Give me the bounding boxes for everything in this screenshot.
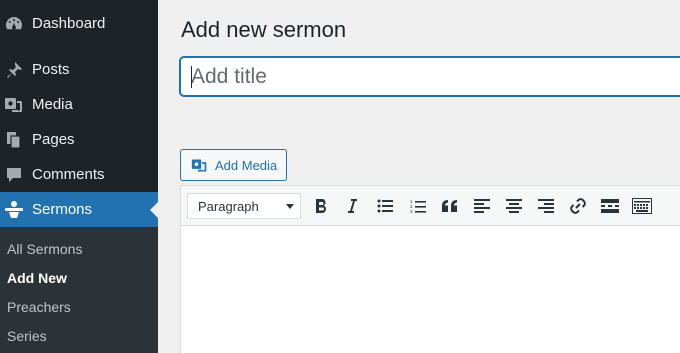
align-right-button[interactable] [535, 195, 557, 217]
sermon-icon [4, 200, 24, 220]
submenu-item-add-new[interactable]: Add New [7, 270, 67, 286]
paragraph-format-select[interactable]: Paragraph [187, 193, 301, 219]
align-center-icon [506, 199, 522, 213]
sidebar-item-comments[interactable]: Comments [0, 157, 158, 192]
align-center-button[interactable] [503, 195, 525, 217]
media-icon [4, 95, 24, 115]
italic-icon [348, 199, 357, 213]
read-more-icon [601, 199, 619, 213]
editor-content-area[interactable] [181, 227, 680, 353]
comment-icon [4, 165, 24, 185]
submenu-item-preachers[interactable]: Preachers [7, 299, 71, 315]
sidebar-item-label: Posts [32, 61, 70, 78]
text-caret [191, 66, 192, 88]
bulleted-list-button[interactable] [374, 195, 396, 217]
bold-button[interactable] [310, 195, 332, 217]
blockquote-icon [442, 200, 457, 212]
format-select-value: Paragraph [198, 198, 259, 214]
sidebar-item-sermons[interactable]: Sermons [0, 192, 158, 227]
submenu-item-all-sermons[interactable]: All Sermons [7, 241, 82, 257]
blockquote-button[interactable] [439, 195, 461, 217]
numbered-list-icon: 123 [410, 199, 426, 214]
admin-sidebar: Dashboard Posts Media Pages Comments Ser… [0, 0, 158, 353]
editor-toolbar: Paragraph 123 [181, 186, 680, 226]
sidebar-item-label: Comments [32, 166, 105, 183]
numbered-list-button[interactable]: 123 [407, 195, 429, 217]
pages-icon [4, 130, 24, 150]
title-input[interactable] [180, 57, 680, 96]
sidebar-item-label: Media [32, 96, 73, 113]
classic-editor: Paragraph 123 [180, 185, 680, 353]
dashboard-icon [4, 14, 24, 34]
read-more-button[interactable] [599, 195, 621, 217]
bold-icon [316, 199, 326, 213]
align-right-icon [538, 199, 554, 213]
chevron-down-icon [286, 204, 294, 209]
sidebar-item-pages[interactable]: Pages [0, 122, 158, 157]
italic-button[interactable] [341, 195, 363, 217]
bulleted-list-icon [377, 199, 393, 213]
sidebar-item-dashboard[interactable]: Dashboard [0, 6, 158, 41]
align-left-icon [474, 199, 490, 213]
sidebar-item-media[interactable]: Media [0, 87, 158, 122]
media-icon [191, 157, 208, 174]
add-media-label: Add Media [215, 158, 278, 173]
toolbar-toggle-button[interactable] [631, 195, 653, 217]
sidebar-item-label: Pages [32, 131, 75, 148]
page-title: Add new sermon [181, 17, 347, 42]
add-media-button[interactable]: Add Media [180, 149, 287, 181]
svg-text:3: 3 [410, 209, 413, 214]
sidebar-item-posts[interactable]: Posts [0, 52, 158, 87]
link-icon [570, 198, 586, 214]
sermons-submenu: All Sermons Add New Preachers Series [0, 227, 158, 353]
align-left-button[interactable] [471, 195, 493, 217]
submenu-item-series[interactable]: Series [7, 328, 47, 344]
pushpin-icon [4, 60, 24, 80]
insert-link-button[interactable] [567, 195, 589, 217]
sidebar-item-label: Sermons [32, 201, 93, 218]
sidebar-item-label: Dashboard [32, 15, 106, 32]
keyboard-icon [632, 198, 652, 214]
